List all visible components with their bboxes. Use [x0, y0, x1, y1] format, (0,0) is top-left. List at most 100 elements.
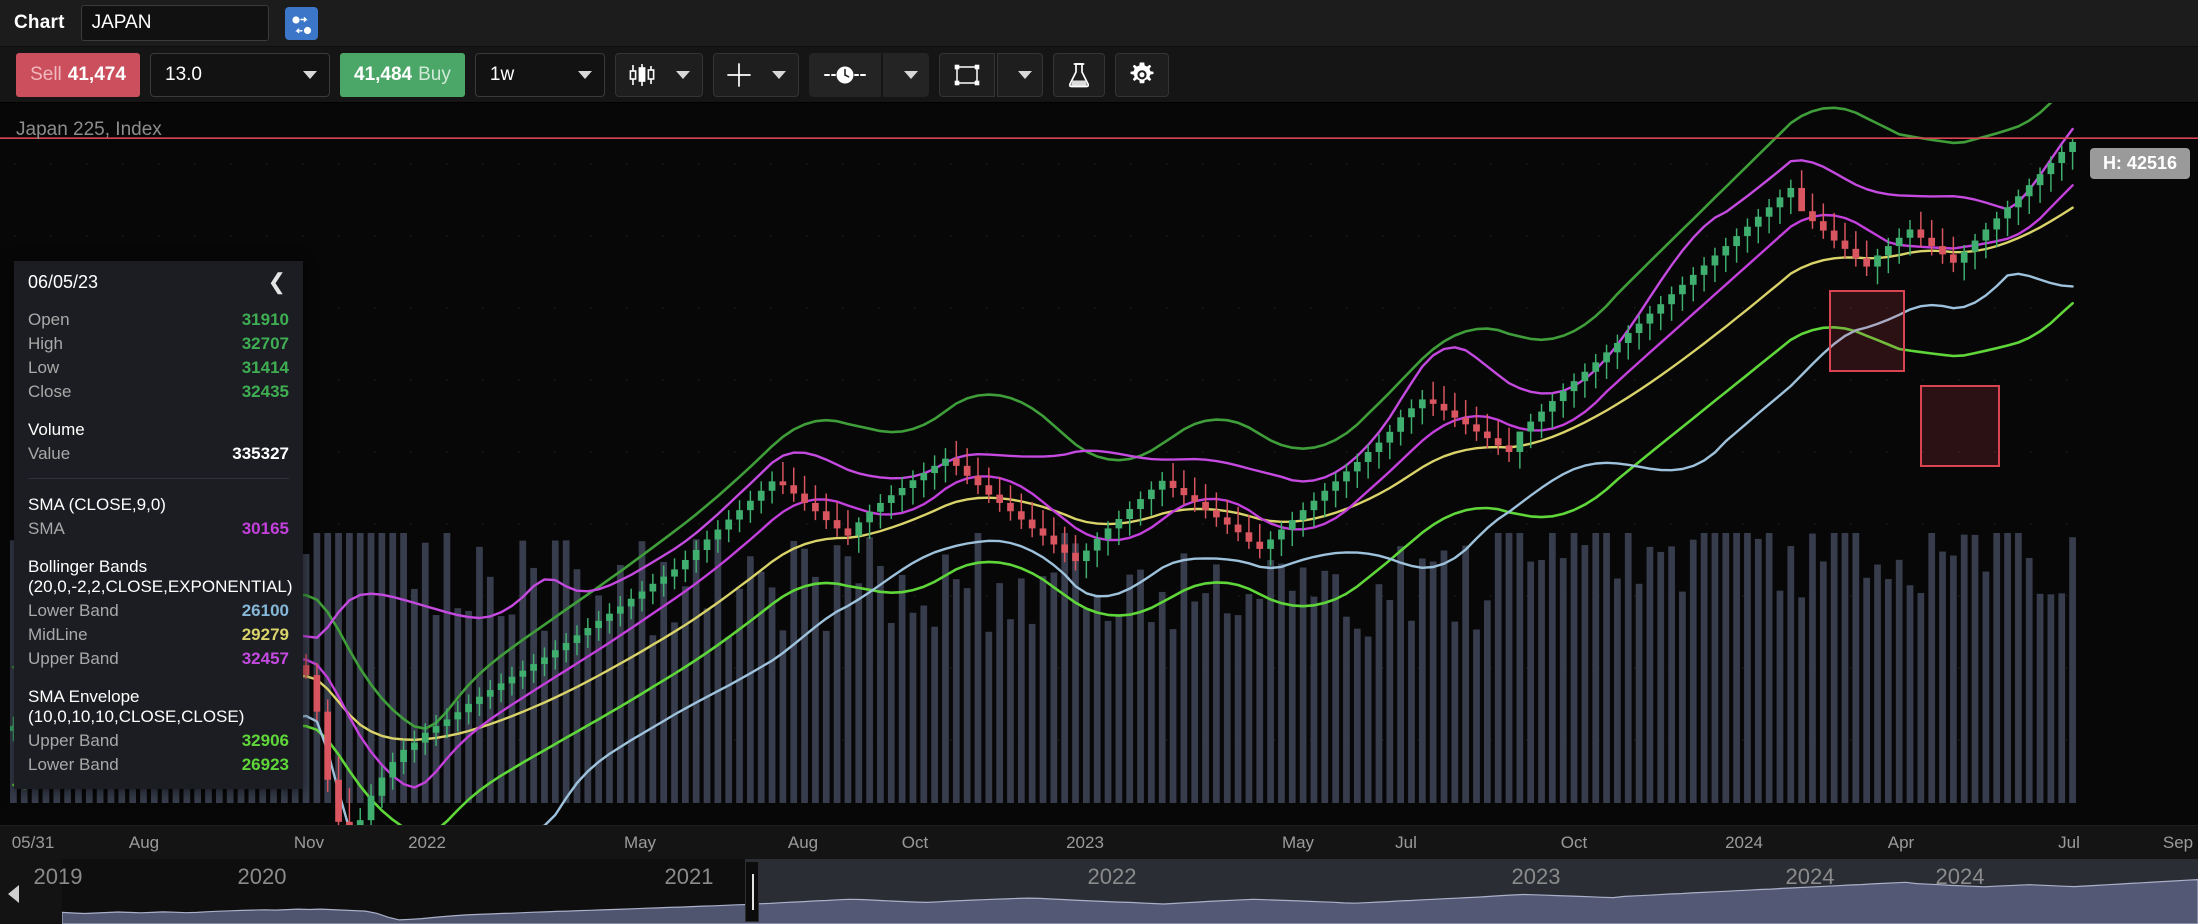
chevron-down-icon [303, 70, 317, 79]
row-value: 31910 [241, 310, 289, 329]
chevron-down-icon [1017, 70, 1032, 79]
range-navigator[interactable]: 2019 2020 2021 2022 2023 2024 2024 [0, 859, 2198, 924]
table-row: SMA 30165 [28, 517, 289, 541]
row-label: Value [28, 444, 71, 464]
table-row: Value 335327 [28, 442, 289, 466]
row-value: 26923 [241, 755, 289, 775]
chevron-left-icon[interactable]: ❮ [265, 271, 289, 293]
time-axis-tick: Oct [901, 833, 929, 852]
row-label: Lower Band [28, 755, 119, 775]
time-axis-tick: 2023 [1066, 833, 1104, 852]
shape-tool-button[interactable] [938, 52, 995, 97]
tooltip-body: Open 31910 High 32707 Low 31414 Close 32… [14, 302, 303, 789]
row-value: 29279 [241, 625, 289, 645]
rectangle-shape-icon [954, 64, 980, 85]
top-bar: Chart [0, 0, 2198, 47]
trade-toolbar: Sell 41,474 13.0 41,484 Buy 1w [0, 47, 2198, 103]
time-axis-tick: Oct [1560, 833, 1588, 852]
table-row: MidLine 29279 [28, 623, 289, 647]
navigator-track[interactable] [62, 859, 2198, 924]
table-row: Low 31414 [28, 356, 289, 380]
time-tool-group [808, 52, 929, 97]
table-row: Lower Band 26923 [28, 753, 289, 777]
envelope-section-title: SMA Envelope (10,0,10,10,CLOSE,CLOSE) [28, 687, 245, 727]
compare-symbols-button[interactable] [284, 6, 318, 40]
table-row: Lower Band 26100 [28, 599, 289, 623]
settings-button[interactable] [1114, 52, 1169, 97]
navigator-sparkline [62, 859, 2198, 924]
row-label: Upper Band [28, 649, 119, 669]
row-label: MidLine [28, 625, 88, 645]
table-row: Upper Band 32906 [28, 729, 289, 753]
row-value: 30165 [241, 519, 289, 539]
quantity-select[interactable]: 13.0 [150, 52, 330, 97]
tooltip-date: 06/05/23 [28, 271, 99, 292]
bollinger-section-title: Bollinger Bands (20,0,-2,2,CLOSE,EXPONEN… [28, 557, 293, 597]
shape-tool-group [938, 52, 1043, 97]
sell-button[interactable]: Sell 41,474 [16, 52, 140, 97]
high-price-badge: H: 42516 [2089, 148, 2190, 179]
navigator-left-handle[interactable] [745, 861, 759, 922]
crosshair-icon [727, 62, 751, 87]
sma-section-title: SMA (CLOSE,9,0) [28, 495, 166, 515]
time-axis-tick: Apr [1887, 833, 1915, 852]
candlestick-icon [629, 63, 655, 86]
time-axis-tick: Jul [1395, 833, 1417, 852]
row-value: 32435 [241, 382, 289, 401]
time-tool-button[interactable] [808, 52, 881, 97]
time-axis-tick: Aug [787, 833, 819, 852]
divider [28, 478, 289, 480]
compare-symbols-icon [292, 15, 311, 34]
shape-tool-dropdown[interactable] [996, 52, 1043, 97]
time-tool-dropdown[interactable] [882, 52, 929, 97]
selection-rect[interactable] [1829, 290, 1905, 372]
time-axis-tick: Sep [2162, 833, 2194, 852]
row-label: Open [28, 310, 70, 329]
chevron-down-icon[interactable] [675, 70, 690, 79]
time-axis[interactable]: 05/31 Aug Nov 2022 May Aug Oct 2023 May Jul Oct 202… [0, 825, 2198, 859]
chart-canvas[interactable]: Japan 225, Index H: 42516 06/05/23 ❮ Ope… [0, 103, 2198, 825]
timeframe-select[interactable]: 1w [474, 52, 605, 97]
row-value: 31414 [241, 358, 289, 377]
table-row: Upper Band 32457 [28, 647, 289, 671]
nav-left-arrow-icon[interactable] [8, 885, 19, 903]
ohlc-tooltip-panel: 06/05/23 ❮ Open 31910 High 32707 Low 314… [14, 261, 303, 790]
timeframe-value: 1w [489, 63, 515, 85]
chevron-down-icon[interactable] [771, 70, 786, 79]
sell-label: Sell [30, 63, 62, 85]
time-axis-tick: May [623, 833, 657, 852]
crosshair-button[interactable] [712, 52, 799, 97]
time-axis-tick: 2024 [1725, 833, 1763, 852]
selection-rect[interactable] [1920, 385, 2000, 467]
volume-section-title: Volume [28, 420, 85, 439]
chart-app: Chart Sell 41,474 13.0 41,484 Buy 1w [0, 0, 2198, 924]
row-label: High [28, 334, 63, 353]
chevron-down-icon [577, 70, 592, 79]
table-row: High 32707 [28, 332, 289, 356]
buy-button[interactable]: 41,484 Buy [340, 52, 465, 97]
chart-type-button[interactable] [614, 52, 703, 97]
time-axis-tick: Jul [2058, 833, 2080, 852]
sell-price: 41,474 [67, 63, 126, 85]
studies-button[interactable] [1052, 52, 1105, 97]
row-value: 26100 [241, 601, 289, 621]
chevron-down-icon [903, 70, 918, 79]
row-label: Lower Band [28, 601, 119, 621]
row-value: 335327 [232, 444, 289, 464]
table-row: Open 31910 [28, 308, 289, 332]
row-label: Close [28, 382, 72, 401]
table-row: Close 32435 [28, 380, 289, 404]
row-label: Upper Band [28, 731, 119, 751]
buy-label: Buy [418, 63, 451, 85]
row-value: 32707 [241, 334, 289, 353]
buy-price: 41,484 [354, 63, 413, 85]
symbol-input[interactable] [80, 5, 269, 41]
row-label: Low [28, 358, 60, 377]
time-axis-tick: 05/31 [11, 833, 55, 852]
row-label: SMA [28, 519, 65, 539]
time-axis-tick: May [1281, 833, 1315, 852]
clock-icon [823, 66, 866, 83]
tooltip-header: 06/05/23 ❮ [14, 261, 303, 302]
gear-icon [1130, 62, 1154, 83]
quantity-value: 13.0 [165, 63, 202, 85]
